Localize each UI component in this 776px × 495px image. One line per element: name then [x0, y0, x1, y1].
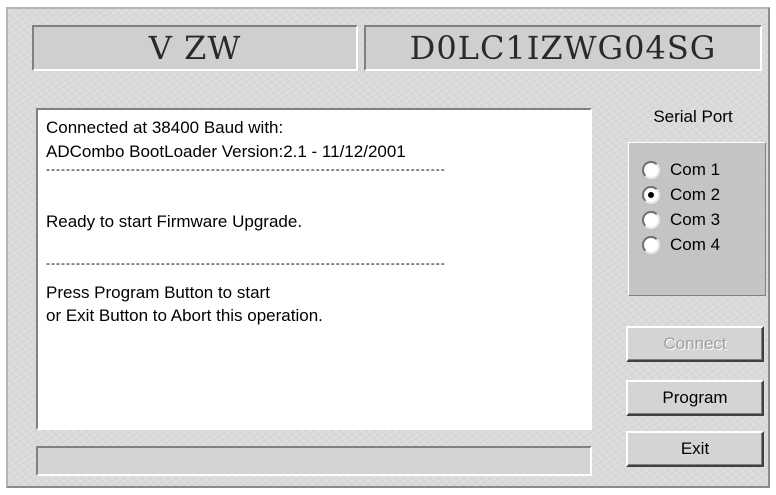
radio-button-icon[interactable] [642, 210, 660, 229]
log-line: Ready to start Firmware Upgrade. [46, 212, 303, 231]
radio-button-icon[interactable] [642, 235, 660, 254]
radio-button-icon[interactable] [642, 185, 660, 204]
radio-label: Com 4 [670, 234, 721, 254]
log-separator: ----------------------------------------… [46, 163, 446, 176]
radio-label: Com 3 [670, 209, 721, 229]
exit-button[interactable]: Exit [626, 431, 764, 467]
radio-com-4[interactable]: Com 4 [642, 232, 765, 257]
carrier-text: V ZW [148, 29, 242, 67]
carrier-display: V ZW [32, 25, 358, 71]
log-line: or Exit Button to Abort this operation. [46, 306, 323, 325]
radio-button-icon[interactable] [642, 160, 660, 179]
serial-port-group: Com 1 Com 2 Com 3 Com 4 [628, 142, 766, 296]
connect-button[interactable]: Connect [626, 326, 764, 362]
radio-com-3[interactable]: Com 3 [642, 207, 765, 232]
radio-com-1[interactable]: Com 1 [642, 157, 765, 182]
radio-selected-dot-icon [648, 191, 654, 198]
status-log[interactable]: Connected at 38400 Baud with: ADCombo Boo… [36, 108, 592, 430]
log-line: ADCombo BootLoader Version:2.1 - 11/12/2… [46, 141, 406, 161]
radio-label: Com 1 [670, 159, 721, 179]
log-line: Connected at 38400 Baud with: [46, 118, 284, 137]
radio-com-2[interactable]: Com 2 [642, 182, 765, 207]
log-separator: ----------------------------------------… [46, 257, 446, 270]
program-button[interactable]: Program [626, 380, 764, 416]
radio-label: Com 2 [670, 184, 721, 204]
log-line: Press Program Button to start [46, 282, 270, 302]
serial-port-label: Serial Port [653, 107, 733, 126]
serial-number-text: D0LC1IZWG04SG [409, 29, 717, 67]
progress-bar [36, 446, 592, 476]
serial-number-display: D0LC1IZWG04SG [364, 25, 762, 71]
